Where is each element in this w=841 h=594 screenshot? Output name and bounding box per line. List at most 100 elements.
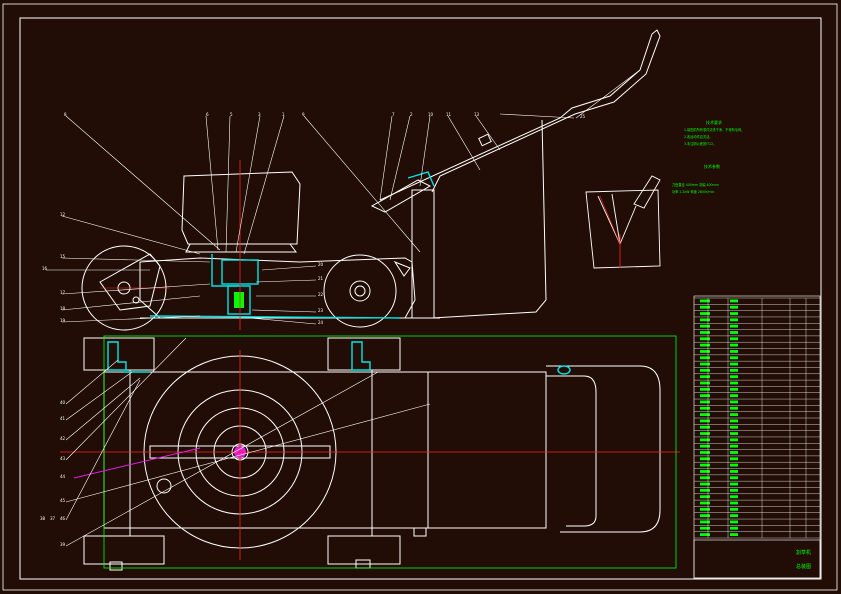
- bom-cell-marker: [700, 387, 710, 391]
- bom-cell-marker: [700, 488, 710, 492]
- bom-cell-marker: [730, 514, 738, 518]
- bom-cell-marker: [730, 387, 738, 391]
- bom-cell-marker: [700, 400, 710, 404]
- bom-cell-marker: [730, 312, 738, 315]
- outer-border: [2, 3, 838, 591]
- notes-line-2: 2.各运动件应灵活。: [684, 134, 713, 139]
- bom-cell-marker: [730, 406, 738, 410]
- bom-cell-marker: [730, 533, 738, 536]
- bom-cell-marker: [730, 331, 738, 334]
- specs-line-2: 功率 2.2kW 转速 2800r/min: [672, 189, 714, 194]
- rear-wheel-nut: [109, 561, 123, 571]
- specs-heading: 技术参数: [704, 163, 720, 169]
- rear-wheel-arm: [99, 253, 161, 311]
- part-label: 23: [318, 308, 324, 313]
- notes-line-3: 3.未注明公差按IT12。: [684, 141, 716, 146]
- bom-cell-marker: [700, 501, 710, 505]
- front-wheel-axle: [354, 285, 366, 297]
- part-label: 41: [60, 416, 66, 421]
- part-label: 6: [206, 112, 209, 117]
- bom-cell-marker: [700, 520, 710, 524]
- wheel-rear-bottom: [83, 535, 165, 565]
- part-label: 43: [60, 456, 66, 461]
- bom-cell-marker: [730, 350, 738, 353]
- bom-cell-marker: [730, 425, 738, 429]
- title-block-number: 总装图: [796, 563, 811, 570]
- part-label: 5: [230, 112, 233, 117]
- bom-cell-marker: [700, 394, 710, 398]
- title-block-name: 割草机: [796, 549, 811, 556]
- bom-cell-marker: [730, 432, 738, 435]
- bom-cell-marker: [730, 368, 738, 372]
- notes-heading: 技术要求: [706, 119, 722, 125]
- bom-cell-marker: [730, 451, 738, 454]
- bom-cell-marker: [730, 343, 738, 347]
- bom-cell-marker: [700, 350, 710, 353]
- bom-cell-marker: [700, 432, 710, 435]
- part-label: 39: [60, 542, 66, 547]
- bom-cell-marker: [730, 299, 738, 303]
- bom-cell-marker: [730, 362, 738, 366]
- bom-cell-marker: [700, 343, 710, 347]
- bom-cell-marker: [700, 425, 710, 429]
- wheel-front-top: [327, 337, 401, 371]
- bom-cell-marker: [700, 331, 710, 334]
- bom-cell-marker: [730, 375, 738, 379]
- part-label: 7: [392, 112, 395, 117]
- bom-cell-marker: [700, 318, 710, 322]
- part-label: 40: [60, 400, 66, 405]
- plan-bolt: [156, 478, 172, 494]
- side-leaders: [46, 69, 641, 325]
- part-label: 37: [50, 516, 56, 521]
- part-label: 2: [410, 112, 413, 117]
- bom-cell-marker: [730, 444, 738, 448]
- bom-cell-marker: [700, 362, 710, 366]
- magenta-leader: [73, 447, 201, 479]
- bom-cell-marker: [730, 520, 738, 524]
- detail-plate: [585, 189, 661, 269]
- detail-lever: [633, 175, 661, 209]
- bom-cell-marker: [700, 444, 710, 448]
- catcher-hinge: [413, 527, 427, 537]
- bom-cell-marker: [730, 470, 738, 473]
- part-label: 22: [318, 292, 324, 297]
- notes-line-1: 1.装配前所有零件清洗干净，不得有毛刺。: [684, 127, 744, 132]
- plan-leaders: [65, 337, 431, 547]
- part-label: 21: [318, 276, 324, 281]
- bom-cell-marker: [700, 305, 710, 309]
- part-label: 12: [60, 212, 66, 217]
- bom-cell-marker: [700, 526, 710, 530]
- specs-line-1: 刀盘直径 400mm 割幅 400mm: [672, 182, 719, 187]
- spindle-core: [234, 292, 244, 308]
- bom-cell-marker: [700, 482, 710, 486]
- bom-cell-marker: [700, 406, 710, 410]
- bom-cell-marker: [730, 419, 738, 423]
- part-label: 42: [60, 436, 66, 441]
- part-label: 17: [60, 290, 66, 295]
- plan-view: [83, 337, 661, 571]
- bom-cell-marker: [700, 381, 710, 385]
- part-label: 13: [474, 112, 480, 117]
- mower-deck: [139, 257, 416, 319]
- bom-rows: [694, 297, 820, 539]
- bom-cell-marker: [730, 318, 738, 322]
- bom-cell-marker: [730, 438, 738, 442]
- bom-cell-marker: [700, 413, 710, 416]
- grass-bag-outline: [431, 119, 547, 319]
- engine-base: [185, 243, 297, 253]
- bom-cell-marker: [700, 476, 710, 480]
- part-label: 19: [60, 318, 66, 323]
- part-label: 10: [428, 112, 434, 117]
- bom-cell-marker: [700, 375, 710, 379]
- bom-cell-marker: [700, 368, 710, 372]
- part-label: 45: [60, 498, 66, 503]
- bom-cell-marker: [700, 507, 710, 511]
- part-label: 16: [42, 266, 48, 271]
- handle-lever: [478, 133, 492, 147]
- detail-line-3: [619, 205, 637, 245]
- bom-cell-marker: [730, 488, 738, 492]
- bom-cell-marker: [730, 482, 738, 486]
- part-label: 18: [60, 306, 66, 311]
- title-block: [693, 539, 821, 579]
- bom-cell-marker: [700, 324, 710, 328]
